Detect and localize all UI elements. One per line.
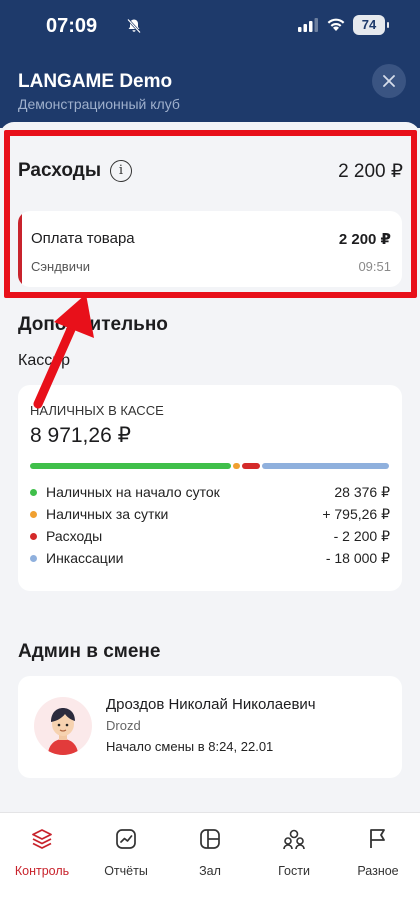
status-bar: 07:09 74 xyxy=(0,0,420,52)
legend-value: + 795,26 ₽ xyxy=(322,506,390,522)
bar-segment xyxy=(242,463,260,469)
club-title: LANGAME Demo xyxy=(18,71,173,92)
app-header: 07:09 74 LANGAME Demo Демонстрационный к… xyxy=(0,0,420,128)
nav-label: Отчёты xyxy=(104,864,148,878)
cash-breakdown-bar xyxy=(30,463,389,469)
annotation-highlight-box xyxy=(4,130,417,298)
legend-dot xyxy=(30,489,37,496)
annotation-arrow-icon xyxy=(33,294,94,409)
cash-legend: Наличных на начало суток 28 376 ₽ Наличн… xyxy=(30,483,390,571)
legend-dot xyxy=(30,511,37,518)
nav-label: Гости xyxy=(278,864,310,878)
legend-row: Расходы - 2 200 ₽ xyxy=(30,527,390,549)
admin-login: Drozd xyxy=(106,718,141,733)
cash-value: 8 971,26 ₽ xyxy=(30,424,131,447)
battery-indicator: 74 xyxy=(353,15,389,35)
nav-item-control[interactable]: Контроль xyxy=(0,827,84,878)
legend-value: 28 376 ₽ xyxy=(334,484,390,500)
close-button[interactable] xyxy=(372,64,406,98)
close-icon xyxy=(383,75,395,87)
legend-row: Наличных за сутки + 795,26 ₽ xyxy=(30,505,390,527)
legend-dot xyxy=(30,533,37,540)
bar-segment xyxy=(233,463,241,469)
nav-label: Контроль xyxy=(14,864,70,878)
legend-dot xyxy=(30,555,37,562)
chart-icon xyxy=(116,829,136,849)
legend-label: Расходы xyxy=(46,528,103,544)
admin-title: Админ в смене xyxy=(18,641,161,662)
club-subtitle: Демонстрационный клуб xyxy=(18,96,180,112)
admin-avatar-icon xyxy=(48,708,78,755)
nav-item-reports[interactable]: Отчёты xyxy=(84,827,168,878)
bar-segment xyxy=(30,463,232,469)
avatar xyxy=(34,697,92,755)
admin-name: Дроздов Николай Николаевич xyxy=(106,696,316,713)
legend-row: Наличных на начало суток 28 376 ₽ xyxy=(30,483,390,505)
bell-muted-icon xyxy=(127,18,141,34)
nav-label: Зал xyxy=(199,864,221,878)
layers-icon xyxy=(32,829,52,849)
users-icon xyxy=(283,829,305,850)
nav-label: Разное xyxy=(357,864,399,878)
legend-label: Инкассации xyxy=(46,550,124,566)
nav-item-misc[interactable]: Разное xyxy=(336,827,420,878)
hall-icon xyxy=(200,829,220,849)
bottom-navigation: Контроль Отчёты Зал Гости Разное xyxy=(0,812,420,911)
nav-item-hall[interactable]: Зал xyxy=(168,827,252,878)
legend-row: Инкассации - 18 000 ₽ xyxy=(30,549,390,571)
admin-shift-start: Начало смены в 8:24, 22.01 xyxy=(106,739,274,754)
cellular-signal-icon xyxy=(298,18,318,32)
wifi-icon xyxy=(327,18,345,31)
legend-label: Наличных за сутки xyxy=(46,506,169,522)
legend-value: - 18 000 ₽ xyxy=(325,550,390,566)
admin-card[interactable]: Дроздов Николай Николаевич Drozd Начало … xyxy=(18,676,402,778)
flag-icon xyxy=(370,829,385,848)
nav-item-guests[interactable]: Гости xyxy=(252,827,336,878)
legend-label: Наличных на начало суток xyxy=(46,484,220,500)
legend-value: - 2 200 ₽ xyxy=(333,528,390,544)
clock: 07:09 xyxy=(46,15,98,37)
bar-segment xyxy=(261,463,389,469)
